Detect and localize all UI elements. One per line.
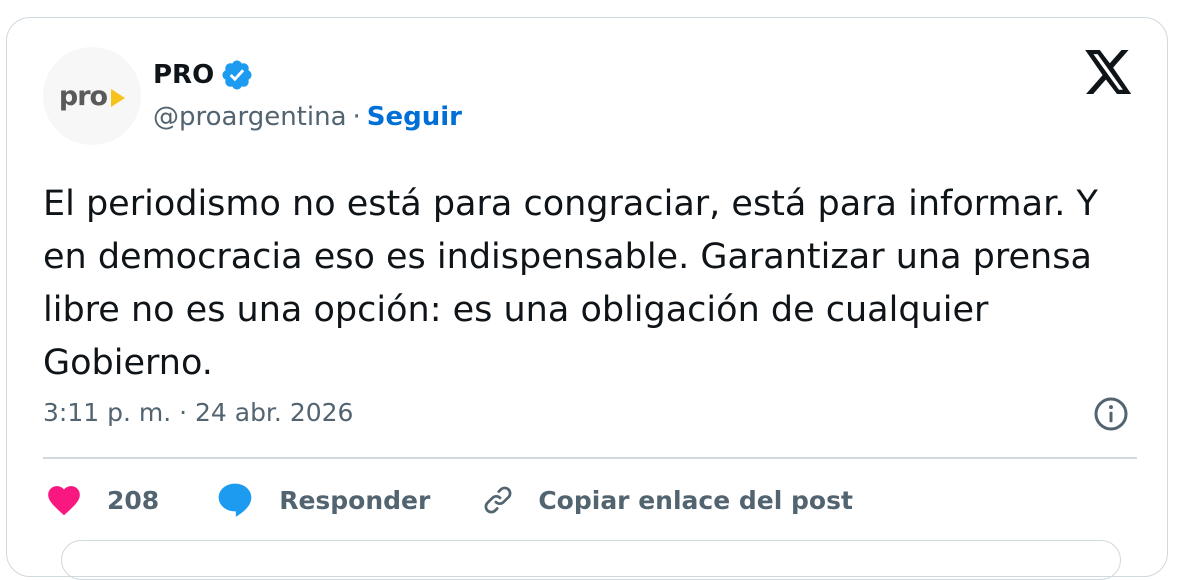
handle-separator: · (352, 102, 361, 132)
link-icon (484, 486, 512, 514)
avatar[interactable]: pro (43, 47, 141, 145)
reply-button[interactable]: Responder (215, 480, 430, 520)
like-button[interactable]: 208 (45, 481, 159, 519)
info-icon[interactable] (1093, 396, 1129, 432)
like-count: 208 (107, 485, 160, 515)
x-logo-icon[interactable] (1085, 50, 1133, 94)
heart-icon (48, 486, 80, 516)
reply-label: Responder (279, 485, 431, 515)
tweet-card: pro PRO @proargentina · Seguir El period… (6, 17, 1168, 580)
copy-link-label: Copiar enlace del post (538, 485, 853, 515)
speech-bubble-icon (218, 483, 252, 517)
verified-badge-icon (222, 60, 252, 90)
author-display-name[interactable]: PRO (153, 60, 214, 90)
follow-button[interactable]: Seguir (367, 102, 462, 132)
copy-link-button[interactable]: Copiar enlace del post (480, 482, 853, 518)
avatar-logo-text: pro (58, 80, 108, 112)
tweet-text: El periodismo no está para congraciar, e… (43, 184, 1098, 383)
avatar-logo-arrow-icon (111, 89, 126, 107)
author-handle-row: @proargentina · Seguir (153, 102, 462, 132)
author-name-row: PRO (153, 58, 254, 92)
tweet-timestamp[interactable]: 3:11 p. m. · 24 abr. 2026 (43, 398, 353, 427)
divider (43, 457, 1137, 459)
tweet-actions: 208 Responder Copiar enlace del post (45, 480, 853, 520)
read-replies-button[interactable] (61, 540, 1121, 580)
author-handle[interactable]: @proargentina (153, 102, 347, 132)
